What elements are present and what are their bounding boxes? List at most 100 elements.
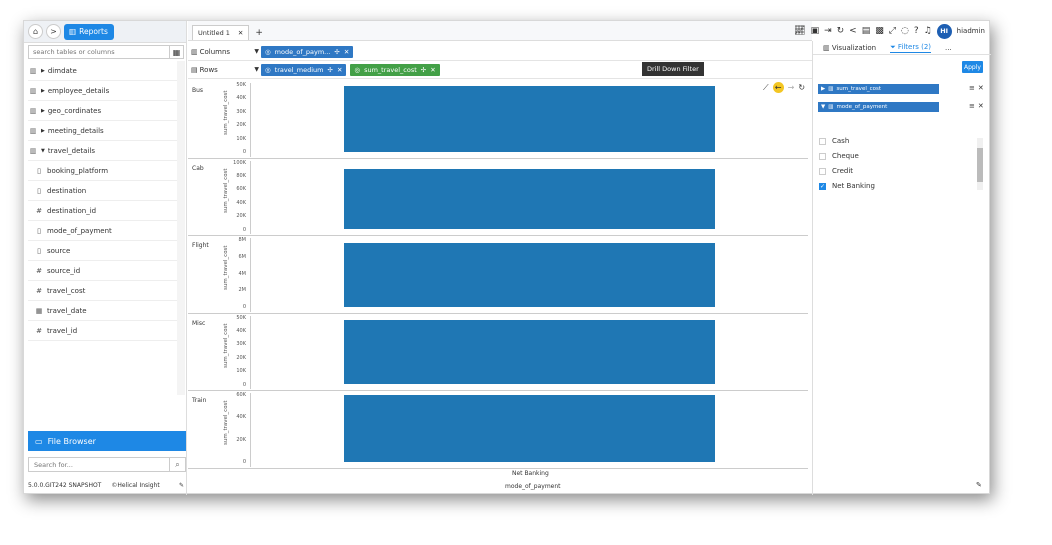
filter-option[interactable]: Credit — [819, 165, 853, 177]
bar-flight[interactable] — [344, 243, 715, 307]
remove-icon[interactable]: ✕ — [344, 48, 349, 56]
help-icon[interactable]: ? — [914, 26, 919, 36]
filter-sum-travel-cost[interactable]: ▶ ▥ sum_travel_cost — [818, 84, 939, 94]
rows-pill-travel-medium[interactable]: ◎ travel_medium ✢ ✕ — [261, 63, 347, 76]
pin-icon[interactable]: ✎ — [976, 481, 982, 489]
y-tick-label: 100K — [233, 159, 246, 166]
layout-icon[interactable]: ▤ — [862, 26, 871, 36]
chevron-right-icon[interactable]: ▶ — [821, 86, 825, 92]
bar-misc[interactable] — [344, 320, 715, 385]
filter-checkbox[interactable] — [819, 137, 826, 145]
avatar[interactable]: HI — [936, 23, 952, 39]
chevron-down-icon[interactable]: ▼ — [821, 104, 825, 110]
tree-item[interactable]: ▥ ▶ employee_details — [28, 81, 177, 101]
filter-type-icon: ▥ — [828, 104, 834, 110]
tree-item[interactable]: ▥ ▼ travel_details — [28, 141, 177, 161]
filter-checkbox[interactable] — [819, 152, 826, 160]
tree-item[interactable]: ▯ source — [28, 241, 177, 261]
caret-down-icon[interactable]: ▼ — [41, 148, 45, 154]
rows-pill-sum-travel-cost[interactable]: ◎ sum_travel_cost ✢ ✕ — [350, 63, 440, 76]
tree-item-label: travel_details — [47, 146, 95, 155]
check-circle-icon: ◎ — [265, 47, 271, 56]
filter-option[interactable]: ✓ Net Banking — [819, 180, 875, 192]
caret-right-icon[interactable]: ▶ — [41, 108, 45, 114]
table-search-input[interactable] — [28, 45, 170, 59]
filter-mode-of-payment[interactable]: ▼ ▥ mode_of_payment — [818, 102, 939, 112]
filter-option[interactable]: Cheque — [819, 150, 859, 162]
tree-item[interactable]: # travel_id — [28, 321, 177, 341]
caret-right-icon[interactable]: ▶ — [41, 88, 45, 94]
filter-option-label: Cheque — [832, 152, 859, 160]
bulb-icon[interactable]: ◌ — [901, 26, 909, 36]
close-icon[interactable]: ✕ — [238, 29, 243, 37]
image-icon[interactable]: ▩ — [875, 26, 884, 36]
tree-scrollbar[interactable] — [177, 61, 185, 395]
tab-visualization[interactable]: ▥ Visualization — [823, 44, 876, 52]
add-tab-icon[interactable]: + — [255, 28, 263, 38]
tree-item[interactable]: # travel_cost — [28, 281, 177, 301]
bar-cab[interactable] — [344, 168, 715, 230]
tree-item[interactable]: ▦ travel_date — [28, 301, 177, 321]
tree-item[interactable]: ▯ destination — [28, 181, 177, 201]
refresh-icon[interactable]: ↻ — [798, 83, 805, 92]
tab-more[interactable]: ... — [945, 44, 952, 52]
check-circle-icon: ◎ — [354, 65, 361, 74]
table-grid-icon[interactable]: ▦ — [170, 45, 184, 59]
move-icon[interactable]: ✢ — [328, 66, 333, 74]
bar-bus[interactable] — [344, 86, 715, 152]
chart-tools: ⟋ ← → ↻ — [763, 82, 805, 93]
drill-back-icon[interactable]: ← — [772, 82, 784, 93]
home-icon[interactable]: ⌂ — [28, 24, 43, 39]
apply-button[interactable]: Apply — [962, 61, 983, 73]
tree-item[interactable]: # destination_id — [28, 201, 177, 221]
fullscreen-icon[interactable]: ⤢ — [889, 26, 896, 36]
move-icon[interactable]: ✢ — [334, 48, 339, 56]
file-search-input[interactable] — [28, 457, 170, 472]
y-tick-label: 80K — [236, 172, 246, 179]
filter-option[interactable]: Cash — [819, 135, 849, 147]
menu-icon[interactable]: ≡ — [969, 84, 975, 92]
export-icon[interactable]: ⇥ — [824, 26, 832, 36]
save-icon[interactable]: ▣ — [811, 26, 820, 36]
close-icon[interactable]: ✕ — [978, 102, 984, 110]
tab-untitled-1[interactable]: Untitled 1 ✕ — [192, 25, 250, 40]
scroll-thumb[interactable] — [977, 148, 983, 182]
tree-item[interactable]: ▯ booking_platform — [28, 161, 177, 181]
tree-item[interactable]: ▯ mode_of_payment — [28, 221, 177, 241]
chart-icon[interactable]: 📈︎ — [794, 26, 805, 36]
caret-right-icon[interactable]: ▶ — [41, 68, 45, 74]
panel-label: Bus — [192, 87, 204, 94]
tree-item[interactable]: ▥ ▶ meeting_details — [28, 121, 177, 141]
tree-item[interactable]: # source_id — [28, 261, 177, 281]
chevron-down-icon[interactable]: ▼ — [254, 66, 259, 73]
menu-icon[interactable]: ≡ — [969, 102, 975, 110]
panel-separator — [188, 390, 808, 391]
tab-filters[interactable]: ⏷ Filters (2) — [890, 43, 932, 53]
tree-item[interactable]: ▥ ▶ dimdate — [28, 61, 177, 81]
columns-pill[interactable]: ◎ mode_of_paym... ✢ ✕ — [261, 45, 354, 58]
file-browser-button[interactable]: ▭ File Browser — [28, 431, 186, 451]
user-name[interactable]: hiadmin — [957, 27, 985, 35]
remove-icon[interactable]: ✕ — [337, 66, 342, 74]
bar-train[interactable] — [344, 395, 715, 462]
search-icon[interactable]: ⌕ — [170, 457, 186, 472]
share-icon[interactable]: < — [849, 26, 857, 36]
remove-icon[interactable]: ✕ — [430, 66, 435, 74]
chevron-down-icon[interactable]: ▼ — [254, 48, 259, 55]
text-field-icon: ▯ — [37, 186, 41, 195]
filter-checkbox[interactable]: ✓ — [819, 182, 826, 190]
pin-icon[interactable]: ✎ — [179, 482, 184, 489]
drill-forward-icon[interactable]: → — [788, 83, 795, 92]
filter-scrollbar[interactable] — [977, 138, 983, 190]
y-tick-label: 20K — [236, 354, 246, 361]
bell-icon[interactable]: ♫ — [924, 26, 932, 36]
trend-icon[interactable]: ⟋ — [763, 83, 769, 93]
tree-item[interactable]: ▥ ▶ geo_cordinates — [28, 101, 177, 121]
filter-checkbox[interactable] — [819, 167, 826, 175]
move-icon[interactable]: ✢ — [421, 66, 426, 74]
refresh-icon[interactable]: ↻ — [837, 26, 845, 36]
reports-button[interactable]: ▥ Reports — [64, 23, 114, 40]
close-icon[interactable]: ✕ — [978, 84, 984, 92]
caret-right-icon[interactable]: ▶ — [41, 128, 45, 134]
filter-actions: ≡ ✕ — [969, 102, 984, 110]
